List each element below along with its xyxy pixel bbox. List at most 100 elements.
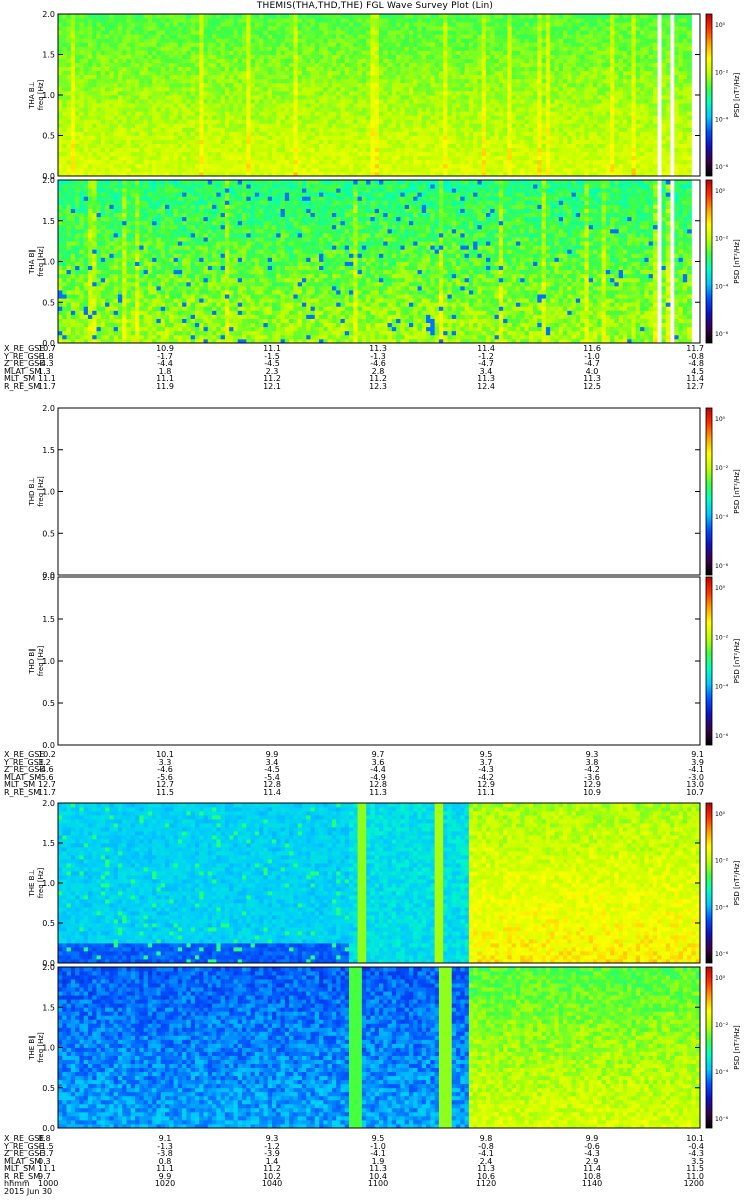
colorbar-tick-label: 10⁻⁴ (715, 1069, 729, 1076)
y-tick-label: 1.5 (42, 217, 55, 226)
colorbar-tick-label: 10⁻⁶ (715, 331, 729, 338)
colorbar-tick-label: 10⁻⁴ (715, 283, 729, 290)
ephemeris-label: MLT_SM (4, 375, 35, 382)
ephemeris-value: 11.1 (252, 345, 292, 352)
ephemeris-value: 10.1 (145, 751, 185, 758)
ephemeris-value: 11.7 (38, 383, 78, 390)
panel-label: THA B⊥ (28, 81, 36, 109)
ephemeris-value: 1120 (466, 1180, 506, 1187)
ephemeris-value: 11.4 (466, 345, 506, 352)
y-tick-label: 0.5 (42, 1084, 55, 1093)
panel-the-bperp: 0.00.51.01.52.0THE B⊥ freq [Hz]10⁰10⁻²10⁻… (28, 799, 741, 968)
colorbar (706, 14, 712, 176)
ephemeris-value: 9.5 (358, 1135, 398, 1142)
ephemeris-label: R_RE_SM (4, 789, 40, 796)
ephemeris-value: 11.7 (664, 345, 704, 352)
ephemeris-value: 8.8 (38, 1135, 78, 1142)
y-tick-label: 1.5 (42, 51, 55, 60)
ephemeris-value: 11.1 (466, 789, 506, 796)
panel-frame (58, 408, 700, 575)
panel-thd-bpar: 0.00.51.01.52.0THD B∥ freq [Hz]10⁰10⁻²10⁻… (28, 573, 741, 750)
ephemeris-value: 9.7 (358, 751, 398, 758)
ephemeris-value: 11.6 (572, 345, 612, 352)
ephemeris-value: 11.4 (664, 375, 704, 382)
ephemeris-value: 10.7 (38, 345, 78, 352)
colorbar (706, 803, 712, 963)
y-axis-label: freq [Hz] (37, 246, 45, 277)
ephemeris-value: -4.6 (358, 360, 398, 367)
ephemeris-value: 11.3 (466, 375, 506, 382)
y-tick-label: 1.5 (42, 839, 55, 848)
ephemeris-value: 11.2 (358, 375, 398, 382)
y-tick-label: 1.5 (42, 446, 55, 455)
ephemeris-value: 1200 (664, 1180, 704, 1187)
colorbar-tick-label: 10⁰ (715, 22, 726, 29)
y-tick-label: 1.5 (42, 1003, 55, 1012)
colorbar-tick-label: 10⁰ (715, 811, 726, 818)
ephemeris-value: 11.2 (252, 1165, 292, 1172)
ephemeris-value: -4.1 (466, 1150, 506, 1157)
ephemeris-label: R_RE_SM (4, 383, 40, 390)
ephemeris-value: 11.3 (358, 789, 398, 796)
ephemeris-value: 11.3 (572, 375, 612, 382)
colorbar-tick-label: 10⁻⁴ (715, 514, 729, 521)
colorbar-label: PSD [nT²/Hz] (733, 860, 741, 905)
colorbar (706, 408, 712, 575)
panel-thd-bperp: 0.00.51.01.52.0THD B⊥ freq [Hz]10⁰10⁻²10⁻… (28, 404, 741, 580)
panel-frame (58, 577, 700, 745)
ephemeris-value: 11.3 (466, 1165, 506, 1172)
ephemeris-value: -4.1 (664, 766, 704, 773)
y-axis-label: freq [Hz] (37, 1032, 45, 1063)
panel-tha-bpar: 0.00.51.01.52.0THA B∥ freq [Hz]10⁰10⁻²10⁻… (28, 176, 741, 348)
ephemeris-value: -4.1 (358, 1150, 398, 1157)
y-tick-label: 1.5 (42, 615, 55, 624)
y-tick-label: 2.0 (42, 176, 55, 185)
ephemeris-label: 2015 Jun 30 (4, 1188, 52, 1195)
ephemeris-label: hhmm (4, 1180, 30, 1187)
colorbar-tick-label: 10⁻⁶ (715, 951, 729, 958)
colorbar-tick-label: 10⁻⁴ (715, 684, 729, 691)
y-tick-label: 2.0 (42, 404, 55, 413)
ephemeris-value: 1000 (38, 1180, 78, 1187)
ephemeris-value: -4.3 (572, 1150, 612, 1157)
ephemeris-value: 11.9 (145, 383, 185, 390)
panel-label: THA B∥ (28, 249, 36, 275)
panel-tha-bperp: 0.00.51.01.52.0THA B⊥ freq [Hz]10⁰10⁻²10⁻… (28, 10, 741, 181)
y-axis-label: freq [Hz] (37, 476, 45, 507)
ephemeris-value: 11.5 (145, 789, 185, 796)
ephemeris-value: 9.5 (466, 751, 506, 758)
ephemeris-value: 12.7 (664, 383, 704, 390)
panel-label: THE B⊥ (28, 869, 36, 897)
ephemeris-value: 11.1 (145, 375, 185, 382)
colorbar-tick-label: 10⁻⁶ (715, 733, 729, 740)
colorbar-label: PSD [nT²/Hz] (733, 638, 741, 683)
colorbar-label: PSD [nT²/Hz] (733, 469, 741, 514)
colorbar-tick-label: 10⁰ (715, 188, 726, 195)
colorbar-tick-label: 10⁻⁶ (715, 1116, 729, 1123)
ephemeris-value: 9.1 (145, 1135, 185, 1142)
colorbar-tick-label: 10⁻² (715, 69, 729, 76)
y-tick-label: 0.5 (42, 529, 55, 538)
ephemeris-value: 9.3 (572, 751, 612, 758)
ephemeris-value: 12.5 (572, 383, 612, 390)
colorbar-label: PSD [nT²/Hz] (733, 1025, 741, 1070)
spectrogram-the-bpar (58, 967, 700, 1128)
panel-label: THD B⊥ (28, 477, 36, 506)
ephemeris-value: 11.7 (38, 789, 78, 796)
ephemeris-value: 12.3 (358, 383, 398, 390)
ephemeris-value: 12.9 (572, 781, 612, 788)
ephemeris-value: 12.4 (466, 383, 506, 390)
ephemeris-value: -3.7 (38, 1150, 78, 1157)
y-tick-label: 0.5 (42, 298, 55, 307)
colorbar-label: PSD [nT²/Hz] (733, 239, 741, 284)
ephemeris-value: 9.1 (664, 751, 704, 758)
ephemeris-value: 11.2 (252, 375, 292, 382)
ephemeris-value: -4.7 (466, 360, 506, 367)
ephemeris-value: 11.1 (38, 375, 78, 382)
colorbar-tick-label: 10⁻² (715, 465, 729, 472)
ephemeris-value: 9.9 (252, 751, 292, 758)
ephemeris-value: 9.8 (466, 1135, 506, 1142)
ephemeris-value: 1100 (358, 1180, 398, 1187)
colorbar-tick-label: 10⁻² (715, 858, 729, 865)
ephemeris-value: 1020 (145, 1180, 185, 1187)
